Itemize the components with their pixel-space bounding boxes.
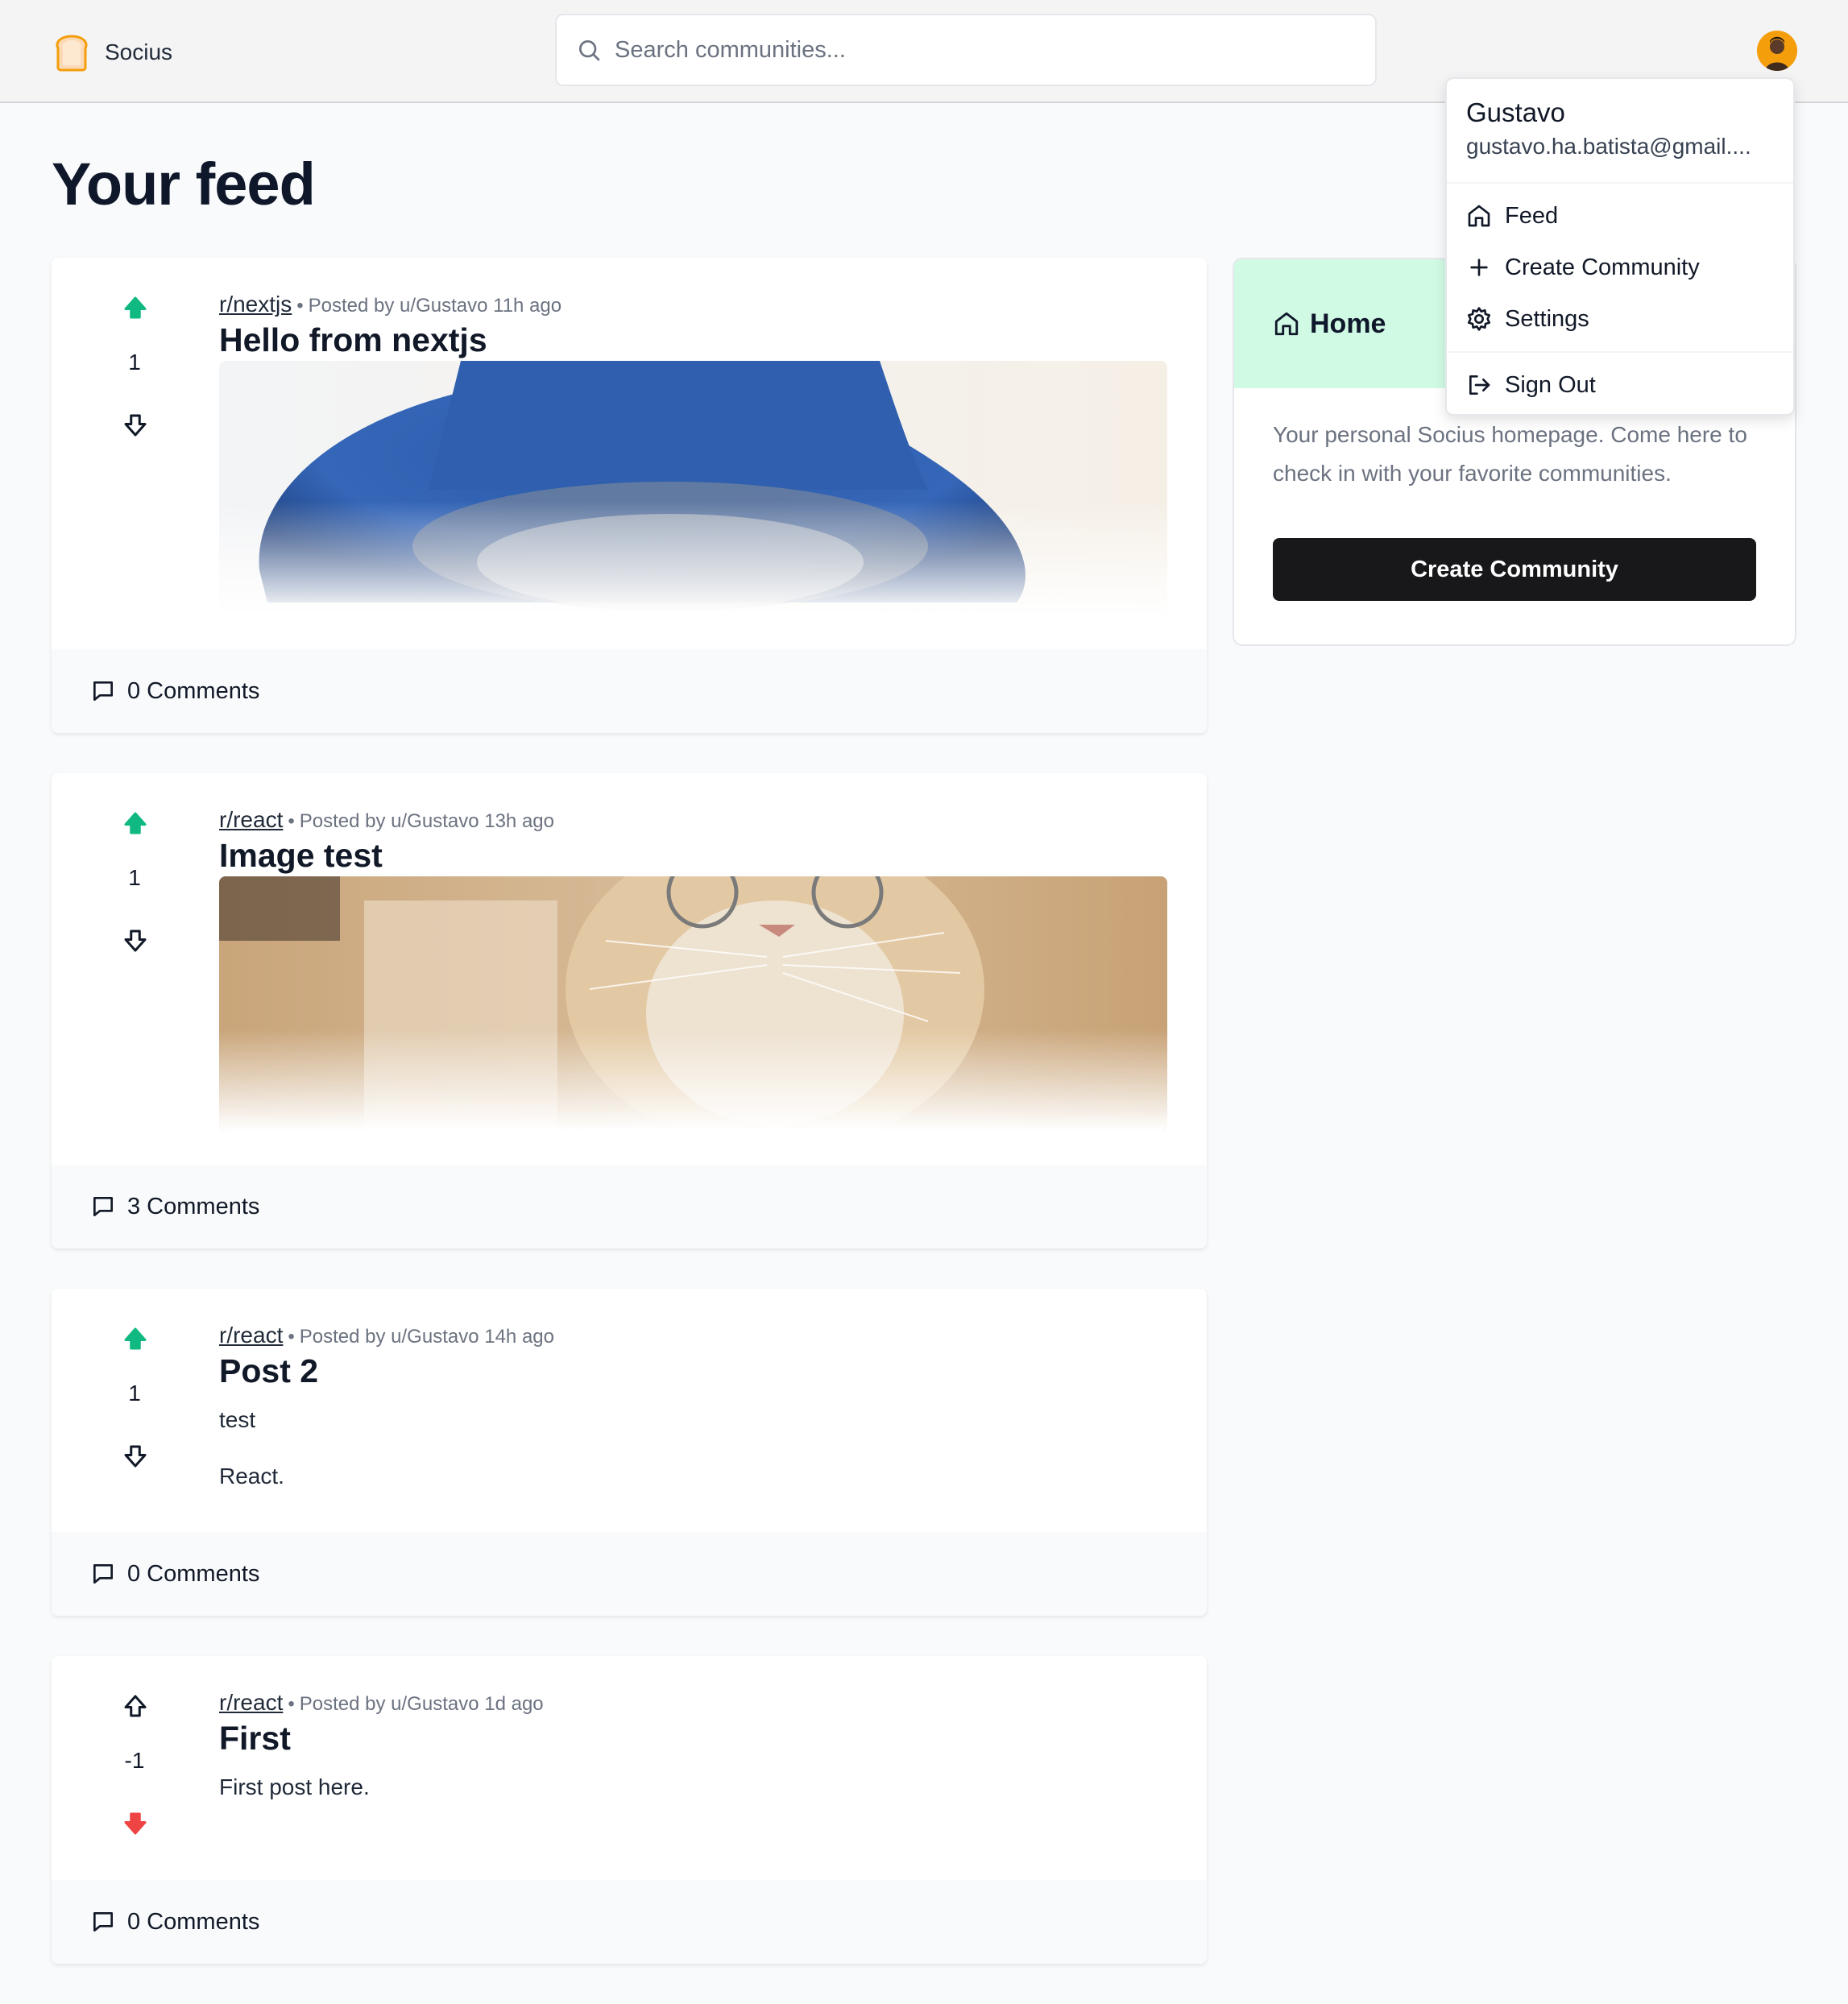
menu-item-label: Feed — [1505, 202, 1559, 229]
menu-item-sign-out[interactable]: Sign Out — [1447, 359, 1793, 411]
create-community-button[interactable]: Create Community — [1273, 538, 1756, 601]
user-avatar[interactable] — [1757, 31, 1797, 71]
downvote-icon[interactable] — [121, 411, 150, 440]
search-icon — [579, 40, 600, 61]
gear-icon — [1468, 307, 1490, 331]
post-card[interactable]: 1 r/react • Posted by u/Gustavo 14h ago Po… — [52, 1289, 1207, 1616]
comments-link[interactable]: 3 Comments — [127, 1194, 259, 1220]
comment-icon — [93, 1564, 113, 1584]
downvote-icon[interactable] — [121, 1442, 150, 1471]
post-footer: 3 Comments — [52, 1165, 1207, 1248]
post-body-paragraph: First post here. — [219, 1774, 370, 1799]
menu-item-create-community[interactable]: Create Community — [1447, 242, 1793, 293]
upvote-icon[interactable] — [121, 809, 150, 838]
comment-icon — [93, 1912, 113, 1932]
sidebar-description: Your personal Socius homepage. Come here… — [1273, 422, 1747, 486]
comment-icon — [93, 1197, 113, 1216]
post-title[interactable]: Image test — [219, 834, 1168, 876]
upvote-icon[interactable] — [121, 293, 150, 322]
post-meta: r/nextjs • Posted by u/Gustavo 11h ago — [219, 292, 562, 317]
post-body-paragraph: test — [219, 1407, 256, 1432]
post-meta: r/react • Posted by u/Gustavo 1d ago — [219, 1690, 544, 1715]
subreddit-link[interactable]: r/nextjs — [219, 292, 292, 317]
post-footer: 0 Comments — [52, 1532, 1207, 1616]
vote-score: 1 — [128, 1381, 141, 1406]
brand-logo-link[interactable]: Socius — [52, 32, 172, 72]
post-card[interactable]: -1 r/react • Posted by u/Gustavo 1d ago Fi… — [52, 1656, 1207, 1964]
user-name: Gustavo — [1466, 97, 1565, 127]
menu-item-label: Settings — [1505, 305, 1589, 332]
search-input[interactable] — [613, 35, 1341, 64]
user-email: gustavo.ha.batista@gmail.... — [1466, 134, 1751, 159]
menu-item-label: Create Community — [1505, 254, 1700, 280]
app-name: Socius — [105, 39, 173, 64]
vote-score: 1 — [128, 350, 141, 375]
post-body: test React. — [219, 1403, 1168, 1493]
post-body: First post here. — [219, 1770, 1168, 1804]
menu-divider — [1447, 351, 1793, 353]
downvote-icon[interactable] — [121, 1809, 150, 1838]
post-body-paragraph: React. — [219, 1464, 284, 1489]
comments-link[interactable]: 0 Comments — [127, 1561, 259, 1588]
post-card[interactable]: 1 r/nextjs • Posted by u/Gustavo 11h ago H… — [52, 258, 1207, 733]
sidebar-title: Home — [1310, 308, 1386, 339]
upvote-icon[interactable] — [121, 1324, 150, 1353]
menu-item-label: Sign Out — [1505, 371, 1596, 398]
post-title[interactable]: Post 2 — [219, 1350, 1168, 1392]
post-title[interactable]: First — [219, 1717, 1168, 1759]
downvote-icon[interactable] — [121, 926, 150, 955]
comments-link[interactable]: 0 Comments — [127, 1909, 259, 1936]
post-byline: Posted by u/Gustavo 11h ago — [308, 295, 562, 317]
menu-item-settings[interactable]: Settings — [1447, 293, 1793, 345]
post-meta: r/react • Posted by u/Gustavo 13h ago — [219, 807, 554, 832]
post-footer: 0 Comments — [52, 1880, 1207, 1964]
page-title: Your feed — [52, 151, 316, 217]
post-title[interactable]: Hello from nextjs — [219, 319, 1168, 361]
vote-score: 1 — [128, 865, 141, 890]
subreddit-link[interactable]: r/react — [219, 1323, 283, 1348]
home-icon — [1468, 205, 1490, 227]
post-byline: Posted by u/Gustavo 14h ago — [299, 1326, 554, 1348]
bread-logo-icon — [56, 35, 88, 72]
sign-out-icon — [1469, 375, 1490, 395]
post-card[interactable]: 1 r/react • Posted by u/Gustavo 13h ago Im… — [52, 773, 1207, 1248]
post-footer: 0 Comments — [52, 649, 1207, 733]
upvote-icon[interactable] — [121, 1691, 150, 1720]
menu-item-feed[interactable]: Feed — [1447, 190, 1793, 242]
post-meta: r/react • Posted by u/Gustavo 14h ago — [219, 1323, 554, 1348]
user-dropdown-menu: Gustavo gustavo.ha.batista@gmail.... Fee… — [1445, 77, 1795, 416]
post-byline: Posted by u/Gustavo 13h ago — [299, 810, 554, 832]
search-bar[interactable] — [555, 14, 1377, 86]
comment-icon — [93, 681, 113, 701]
vote-score: -1 — [124, 1748, 145, 1773]
subreddit-link[interactable]: r/react — [219, 807, 283, 832]
subreddit-link[interactable]: r/react — [219, 1690, 283, 1715]
plus-icon — [1470, 259, 1488, 276]
post-byline: Posted by u/Gustavo 1d ago — [299, 1693, 544, 1715]
post-image — [219, 876, 1167, 1131]
comments-link[interactable]: 0 Comments — [127, 678, 259, 705]
post-image — [219, 361, 1167, 615]
dropdown-user-info: Gustavo gustavo.ha.batista@gmail.... — [1447, 79, 1793, 184]
home-icon — [1274, 312, 1299, 336]
